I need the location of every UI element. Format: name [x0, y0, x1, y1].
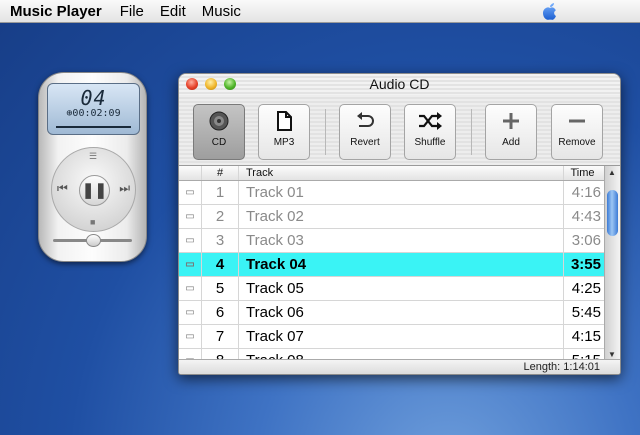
- file-menu[interactable]: File: [120, 3, 144, 20]
- pause-icon[interactable]: ❚❚: [79, 175, 110, 206]
- track-name-cell: Track 06: [239, 301, 564, 324]
- menu-lines-icon[interactable]: ☰: [89, 151, 97, 162]
- toolbar-separator: [471, 109, 472, 155]
- minus-icon: [569, 119, 585, 123]
- track-number-cell: 5: [202, 277, 239, 300]
- track-number-cell: 6: [202, 301, 239, 324]
- total-length: Length: 1:14:01: [524, 360, 600, 374]
- scroll-thumb[interactable]: [607, 190, 618, 236]
- control-pad: ☰ ⏮ ❚❚ ⏭ ■: [51, 147, 136, 232]
- shuffle-button[interactable]: Shuffle: [404, 104, 456, 160]
- remove-button-label: Remove: [558, 137, 596, 148]
- add-button-label: Add: [502, 137, 520, 148]
- length-value: 1:14:01: [563, 361, 600, 373]
- table-row[interactable]: ▭ 5 Track 05 4:25: [179, 277, 620, 301]
- music-menu[interactable]: Music: [202, 3, 241, 20]
- menu-bar: Music Player File Edit Music: [0, 0, 640, 23]
- track-name-cell: Track 04: [239, 253, 564, 276]
- revert-button-label: Revert: [350, 137, 380, 148]
- track-name-cell: Track 01: [239, 181, 564, 204]
- track-number-cell: 3: [202, 229, 239, 252]
- shuffle-icon: [419, 112, 442, 130]
- table-row[interactable]: ▭ 2 Track 02 4:43: [179, 205, 620, 229]
- zoom-window-icon[interactable]: [224, 78, 236, 90]
- track-number-cell: 7: [202, 325, 239, 348]
- track-time-cell: 3:06: [571, 232, 601, 249]
- track-name-cell: Track 03: [239, 229, 564, 252]
- player-display: 04 ⊕00:02:09: [47, 83, 140, 135]
- row-checkbox-icon[interactable]: ▭: [179, 181, 202, 204]
- checkbox-column-header[interactable]: [179, 166, 202, 180]
- row-checkbox-icon[interactable]: ▭: [179, 301, 202, 324]
- row-checkbox-icon[interactable]: ▭: [179, 325, 202, 348]
- table-row[interactable]: ▭ 3 Track 03 3:06: [179, 229, 620, 253]
- shuffle-button-label: Shuffle: [414, 137, 446, 148]
- stop-icon[interactable]: ■: [90, 217, 95, 227]
- minimize-window-icon[interactable]: [205, 78, 217, 90]
- table-row[interactable]: ▭ 7 Track 07 4:15: [179, 325, 620, 349]
- cd-button[interactable]: CD: [193, 104, 245, 160]
- number-column-header[interactable]: #: [202, 166, 239, 180]
- elapsed-time-display: ⊕00:02:09: [66, 108, 121, 119]
- scroll-up-arrow-icon[interactable]: ▲: [608, 168, 616, 177]
- track-number-cell: 4: [202, 253, 239, 276]
- mini-player: 04 ⊕00:02:09 ☰ ⏮ ❚❚ ⏭ ■: [38, 72, 147, 262]
- row-checkbox-icon[interactable]: ▭: [179, 253, 202, 276]
- progress-bar: [56, 126, 131, 128]
- track-number-display: 04: [80, 86, 107, 110]
- status-bar: Length: 1:14:01: [179, 359, 620, 374]
- close-window-icon[interactable]: [186, 78, 198, 90]
- track-time-cell: 4:25: [571, 280, 601, 297]
- row-checkbox-icon[interactable]: ▭: [179, 277, 202, 300]
- window-titlebar[interactable]: Audio CD: [179, 74, 620, 95]
- edit-menu[interactable]: Edit: [160, 3, 186, 20]
- mp3-button[interactable]: MP3: [258, 104, 310, 160]
- track-name-cell: Track 07: [239, 325, 564, 348]
- mp3-button-label: MP3: [273, 137, 295, 148]
- track-time-cell: 3:55: [570, 256, 601, 273]
- vertical-scrollbar[interactable]: ▲ ▼: [604, 166, 620, 361]
- table-header: # Track Time: [179, 166, 620, 181]
- track-table: # Track Time ▭ 1 Track 01 4:16 ▭ 2 Track 02 4:4…: [179, 166, 620, 361]
- audio-cd-window: Audio CD CD MP3 Revert Shuffle Add Remov…: [178, 73, 621, 375]
- track-number-cell: 2: [202, 205, 239, 228]
- scroll-down-arrow-icon[interactable]: ▼: [608, 350, 616, 359]
- cd-icon: [209, 111, 229, 131]
- row-checkbox-icon[interactable]: ▭: [179, 205, 202, 228]
- time-column-header[interactable]: Time: [564, 166, 605, 180]
- revert-button[interactable]: Revert: [339, 104, 391, 160]
- toolbar-separator: [325, 109, 326, 155]
- track-name-cell: Track 05: [239, 277, 564, 300]
- track-list: ▭ 1 Track 01 4:16 ▭ 2 Track 02 4:43 ▭ 3 Track 03 3:…: [179, 181, 620, 361]
- plus-icon: [503, 113, 519, 129]
- document-icon: [277, 111, 292, 131]
- cd-button-label: CD: [211, 137, 227, 148]
- volume-knob[interactable]: [86, 234, 101, 247]
- track-time-cell: 4:15: [571, 328, 601, 345]
- track-column-header[interactable]: Track: [239, 166, 564, 180]
- length-label: Length:: [523, 361, 561, 373]
- apple-icon[interactable]: [541, 1, 559, 21]
- app-menu[interactable]: Music Player: [10, 3, 102, 20]
- row-checkbox-icon[interactable]: ▭: [179, 229, 202, 252]
- track-time-cell: 5:45: [571, 304, 601, 321]
- revert-icon: [357, 112, 374, 127]
- window-title: Audio CD: [369, 76, 430, 92]
- table-row[interactable]: ▭ 6 Track 06 5:45: [179, 301, 620, 325]
- add-button[interactable]: Add: [485, 104, 537, 160]
- table-row[interactable]: ▭ 4 Track 04 3:55: [179, 253, 620, 277]
- track-time-cell: 4:16: [571, 184, 601, 201]
- prev-icon[interactable]: ⏮: [57, 181, 68, 196]
- track-number-cell: 1: [202, 181, 239, 204]
- table-row[interactable]: ▭ 1 Track 01 4:16: [179, 181, 620, 205]
- track-name-cell: Track 02: [239, 205, 564, 228]
- toolbar: CD MP3 Revert Shuffle Add Remove: [179, 95, 620, 166]
- track-time-cell: 4:43: [571, 208, 601, 225]
- remove-button[interactable]: Remove: [551, 104, 603, 160]
- next-icon[interactable]: ⏭: [119, 181, 130, 196]
